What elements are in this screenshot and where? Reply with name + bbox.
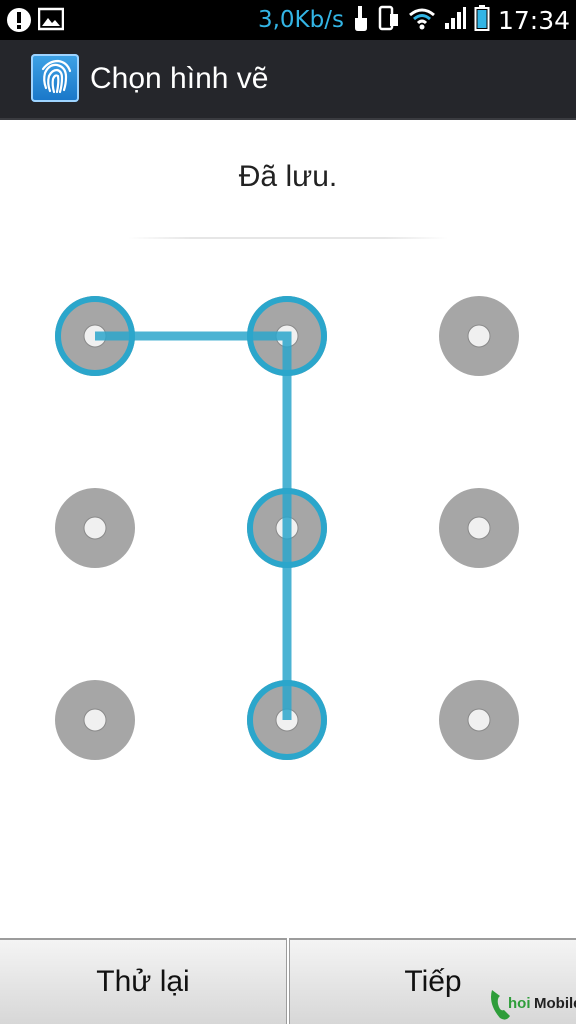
network-speed: 3,0Kb/s [257,7,344,33]
alert-icon [6,6,32,39]
status-message: Đã lưu. [238,160,338,193]
action-bar: Chọn hình vẽ [0,40,576,120]
touch-icon [352,4,370,37]
svg-text:Mobile: Mobile [534,995,576,1012]
pattern-grid[interactable] [0,0,576,1024]
fingerprint-icon [31,54,79,102]
pattern-dot-2[interactable] [247,296,327,376]
pattern-dot-4[interactable] [55,488,135,568]
svg-text:hoi: hoi [508,995,531,1012]
retry-button[interactable]: Thử lại [0,938,287,1024]
pattern-dot-1[interactable] [55,296,135,376]
pattern-dot-9[interactable] [439,680,519,760]
image-icon [37,6,65,39]
watermark-logo: hoi Mobile [491,990,576,1020]
status-bar: 3,0Kb/s 17:34 [0,0,576,40]
page-title: Chọn hình vẽ [90,62,269,95]
pattern-dot-6[interactable] [439,488,519,568]
wifi-icon [408,6,436,35]
pattern-dot-5[interactable] [247,488,327,568]
divider [128,237,448,239]
signal-icon [444,6,466,35]
battery-icon [474,4,490,37]
phone-rotate-icon [378,4,400,37]
clock: 17:34 [497,5,570,35]
pattern-dot-8[interactable] [247,680,327,760]
pattern-dot-7[interactable] [55,680,135,760]
pattern-dot-3[interactable] [439,296,519,376]
